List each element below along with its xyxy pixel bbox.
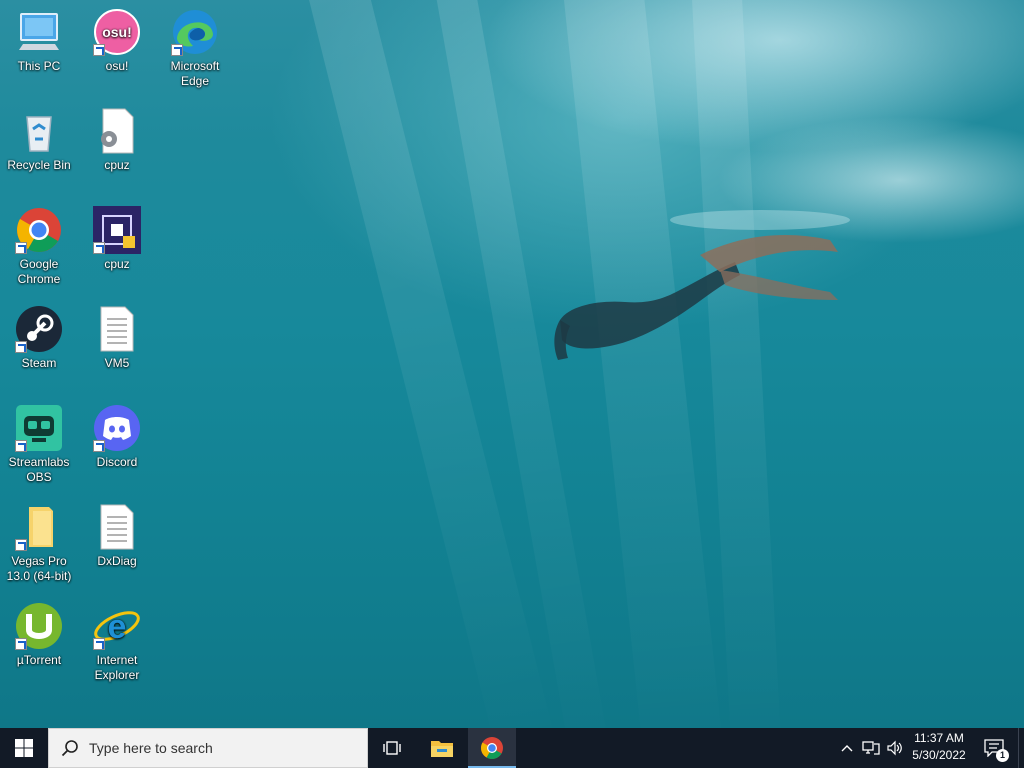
svg-text:e: e [108,608,127,646]
desktop-icon-google-chrome[interactable]: Google Chrome [1,206,77,287]
icon-label: osu! [105,59,129,73]
task-view-icon [383,741,401,755]
desktop-icon-utorrent[interactable]: µTorrent [1,602,77,668]
show-desktop-button[interactable] [1018,728,1024,768]
icon-label: Vegas Pro 13.0 (64-bit) [6,554,72,583]
shortcut-arrow-icon [93,44,105,56]
icon-label: µTorrent [16,653,62,667]
text-file-icon [93,305,141,353]
recycle-bin-icon [15,107,63,155]
desktop-icon-osu[interactable]: osu! osu! [79,8,155,74]
shortcut-arrow-icon [15,638,27,650]
desktop[interactable]: This PC Recycle Bin Google Chrome Steam … [0,0,1024,728]
ie-icon: e [93,602,141,650]
svg-text:osu!: osu! [102,24,132,40]
desktop-icon-vegas-pro[interactable]: Vegas Pro 13.0 (64-bit) [1,503,77,584]
start-button[interactable] [0,728,48,768]
icon-label: Streamlabs OBS [8,455,70,484]
osu-icon: osu! [93,8,141,56]
desktop-icon-vm5[interactable]: VM5 [79,305,155,371]
desktop-icon-this-pc[interactable]: This PC [1,8,77,74]
chrome-icon [15,206,63,254]
chrome-taskbar-button[interactable] [468,728,516,768]
shortcut-arrow-icon [15,440,27,452]
clock-date: 5/30/2022 [912,748,966,762]
streamlabs-icon [15,404,63,452]
clock-time: 11:37 AM [914,731,964,745]
file-gear-icon [93,107,141,155]
desktop-icon-microsoft-edge[interactable]: Microsoft Edge [157,8,233,89]
desktop-icon-dxdiag[interactable]: DxDiag [79,503,155,569]
shortcut-arrow-icon [15,242,27,254]
task-view-button[interactable] [368,728,416,768]
icon-label: cpuz [104,158,130,172]
desktop-icon-recycle-bin[interactable]: Recycle Bin [1,107,77,173]
shortcut-arrow-icon [93,242,105,254]
icon-label: Steam [21,356,57,370]
steam-icon [15,305,63,353]
folder-icon [431,741,453,757]
utorrent-icon [15,602,63,650]
cpuz-icon [93,206,141,254]
desktop-icon-cpuz[interactable]: cpuz [79,206,155,272]
chrome-icon [481,737,503,759]
search-placeholder: Type here to search [89,740,213,756]
icon-label: Discord [96,455,138,469]
desktop-icon-streamlabs-obs[interactable]: Streamlabs OBS [1,404,77,485]
discord-icon [93,404,141,452]
taskbar: Type here to search 11:37 AM 5/30/2022 1 [0,728,1024,768]
edge-icon [171,8,219,56]
shortcut-arrow-icon [171,44,183,56]
desktop-icon-discord[interactable]: Discord [79,404,155,470]
icon-label: Microsoft Edge [170,59,220,88]
icon-label: Google Chrome [17,257,61,286]
search-icon [61,740,78,757]
icon-label: DxDiag [97,554,137,568]
shortcut-arrow-icon [93,638,105,650]
action-center-button[interactable]: 1 [980,728,1009,768]
notification-count-badge: 1 [996,749,1009,762]
search-box[interactable]: Type here to search [48,728,368,768]
desktop-icon-steam[interactable]: Steam [1,305,77,371]
icon-label: Recycle Bin [7,158,71,172]
shortcut-arrow-icon [15,341,27,353]
desktop-icon-cpuz-file[interactable]: cpuz [79,107,155,173]
shortcut-arrow-icon [15,539,27,551]
windows-logo-icon [15,739,33,757]
clock-button[interactable]: 11:37 AM 5/30/2022 [898,730,980,766]
file-explorer-button[interactable] [418,728,466,768]
text-file-icon [93,503,141,551]
icon-label: This PC [17,59,61,73]
icon-label: cpuz [104,257,130,271]
computer-icon [15,8,63,56]
icon-label: Internet Explorer [94,653,140,682]
desktop-icon-internet-explorer[interactable]: e Internet Explorer [79,602,155,683]
network-button[interactable] [859,728,883,768]
shortcut-arrow-icon [93,440,105,452]
icon-label: VM5 [104,356,130,370]
network-icon [862,741,880,755]
folder-icon [15,503,63,551]
show-hidden-icons-button[interactable] [836,728,858,768]
diver-silhouette [554,210,850,360]
chevron-up-icon [841,745,853,752]
